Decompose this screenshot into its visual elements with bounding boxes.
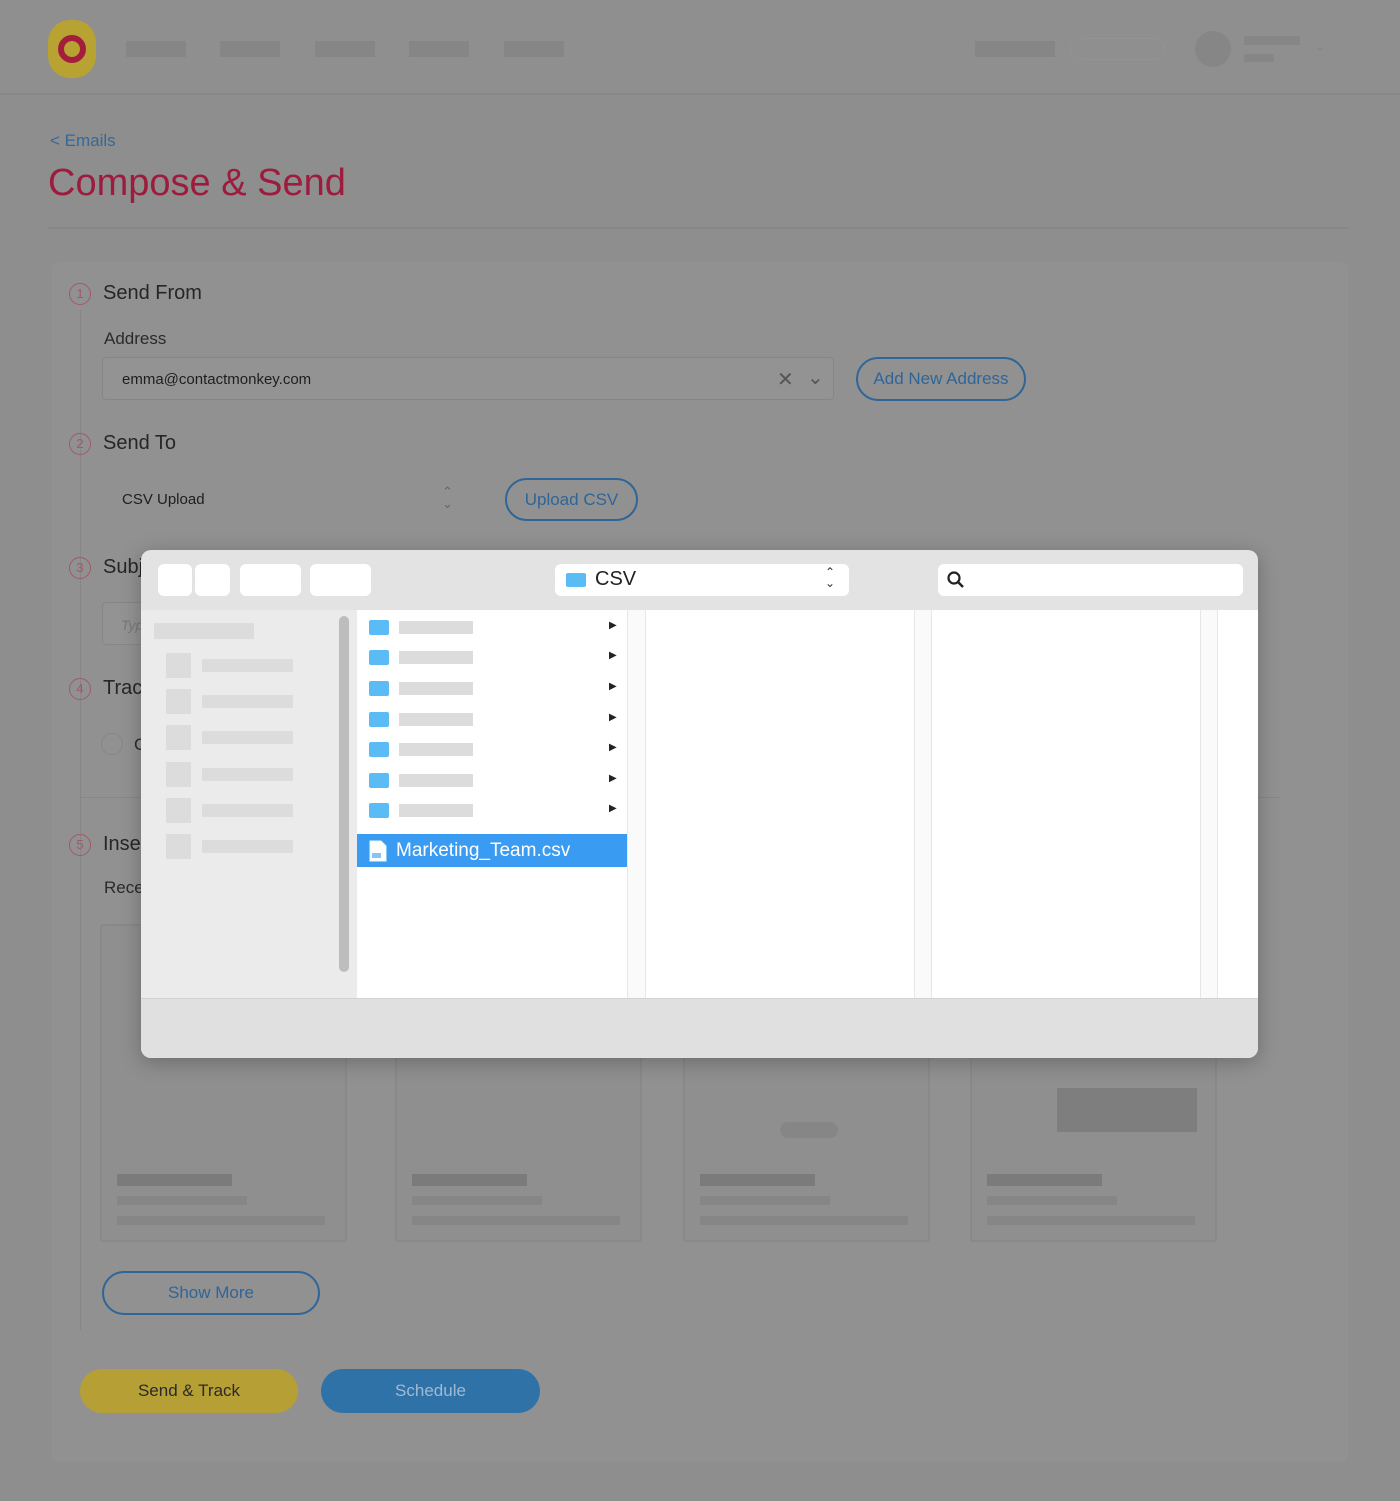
folder-item[interactable]: ▶ — [357, 673, 627, 703]
updown-icon: ⌃ ⌄ — [825, 565, 836, 590]
file-column — [1218, 610, 1258, 998]
triangle-right-icon: ▶ — [609, 620, 617, 631]
step-number: 2 — [69, 433, 91, 455]
address-label: Address — [104, 329, 167, 348]
folder-item[interactable]: ▶ — [357, 642, 627, 672]
file-dialog: CSV ⌃ ⌄ ▶ ▶ ▶ ▶ ▶ ▶ ▶ Marketing_Team.csv — [141, 550, 1258, 1058]
folder-item[interactable]: ▶ — [357, 734, 627, 764]
chevron-down-icon[interactable]: ⌄ — [1314, 38, 1326, 55]
search-icon — [947, 571, 964, 588]
group-button[interactable] — [310, 564, 371, 596]
user-role — [1244, 54, 1274, 62]
file-column — [932, 610, 1200, 998]
address-select[interactable]: emma@contactmonkey.com ✕ ⌄ — [102, 357, 834, 400]
file-column — [646, 610, 914, 998]
file-name: Marketing_Team.csv — [396, 840, 571, 861]
show-more-button[interactable]: Show More — [102, 1271, 320, 1315]
step-title: Subj — [103, 556, 144, 578]
breadcrumb[interactable]: < Emails — [50, 131, 116, 151]
step-number: 1 — [69, 283, 91, 305]
folder-item[interactable]: ▶ — [357, 612, 627, 642]
step-number: 3 — [69, 557, 91, 579]
step-number: 5 — [69, 834, 91, 856]
folder-item[interactable]: ▶ — [357, 765, 627, 795]
folder-icon — [369, 773, 389, 788]
triangle-right-icon: ▶ — [609, 803, 617, 814]
nav-item[interactable] — [975, 41, 1055, 57]
triangle-right-icon: ▶ — [609, 712, 617, 723]
step-number: 4 — [69, 678, 91, 700]
step-title: Send From — [103, 282, 202, 304]
column-resize-handle[interactable] — [627, 610, 646, 998]
address-value: emma@contactmonkey.com — [122, 371, 312, 388]
triangle-right-icon: ▶ — [609, 742, 617, 753]
sidebar-scrollbar[interactable] — [339, 616, 349, 972]
subject-placeholder: Typ — [121, 617, 144, 633]
folder-icon — [369, 803, 389, 818]
step-line — [80, 310, 81, 1330]
avatar[interactable] — [1195, 31, 1231, 67]
folder-item[interactable]: ▶ — [357, 704, 627, 734]
tracking-radio[interactable] — [101, 733, 123, 755]
logo[interactable] — [48, 20, 96, 78]
folder-icon — [369, 650, 389, 665]
column-resize-handle[interactable] — [914, 610, 932, 998]
csv-file-icon — [369, 840, 387, 862]
folder-icon — [369, 620, 389, 635]
nav-item[interactable] — [315, 41, 375, 57]
updown-icon: ⌃ ⌄ — [442, 484, 453, 511]
top-nav: ⌄ — [0, 0, 1400, 95]
folder-icon — [369, 681, 389, 696]
recipient-type-value: CSV Upload — [122, 491, 205, 508]
back-button[interactable] — [158, 564, 192, 596]
file-item-selected[interactable]: Marketing_Team.csv — [357, 834, 627, 867]
triangle-right-icon: ▶ — [609, 681, 617, 692]
dialog-footer — [141, 998, 1258, 1058]
header-button[interactable] — [1070, 38, 1165, 60]
folder-item[interactable]: ▶ — [357, 795, 627, 825]
forward-button[interactable] — [195, 564, 230, 596]
location-select[interactable]: CSV ⌃ ⌄ — [555, 564, 849, 596]
nav-item[interactable] — [504, 41, 564, 57]
upload-csv-button[interactable]: Upload CSV — [505, 478, 638, 521]
divider — [48, 227, 1348, 229]
file-column: ▶ ▶ ▶ ▶ ▶ ▶ ▶ Marketing_Team.csv — [357, 610, 627, 998]
send-track-button[interactable]: Send & Track — [80, 1369, 298, 1413]
folder-icon — [369, 712, 389, 727]
step-title: Send To — [103, 432, 177, 454]
step-title: Inse — [103, 833, 141, 855]
triangle-right-icon: ▶ — [609, 650, 617, 661]
user-name — [1244, 36, 1300, 45]
recipient-type-select[interactable]: CSV Upload ⌃ ⌄ — [102, 478, 472, 521]
nav-item[interactable] — [409, 41, 469, 57]
step-title: Trac — [103, 677, 143, 699]
folder-icon — [566, 573, 586, 587]
location-value: CSV — [595, 568, 637, 590]
column-resize-handle[interactable] — [1200, 610, 1218, 998]
recent-label: Rece — [104, 878, 144, 897]
search-input[interactable] — [938, 564, 1243, 596]
add-new-address-button[interactable]: Add New Address — [856, 357, 1026, 401]
view-mode-button[interactable] — [240, 564, 301, 596]
nav-item[interactable] — [126, 41, 186, 57]
sidebar — [141, 610, 357, 998]
triangle-right-icon: ▶ — [609, 773, 617, 784]
schedule-button[interactable]: Schedule — [321, 1369, 540, 1413]
folder-icon — [369, 742, 389, 757]
nav-item[interactable] — [220, 41, 280, 57]
clear-icon[interactable]: ✕ — [777, 367, 794, 392]
chevron-down-icon[interactable]: ⌄ — [807, 365, 824, 390]
page-title: Compose & Send — [48, 162, 346, 204]
